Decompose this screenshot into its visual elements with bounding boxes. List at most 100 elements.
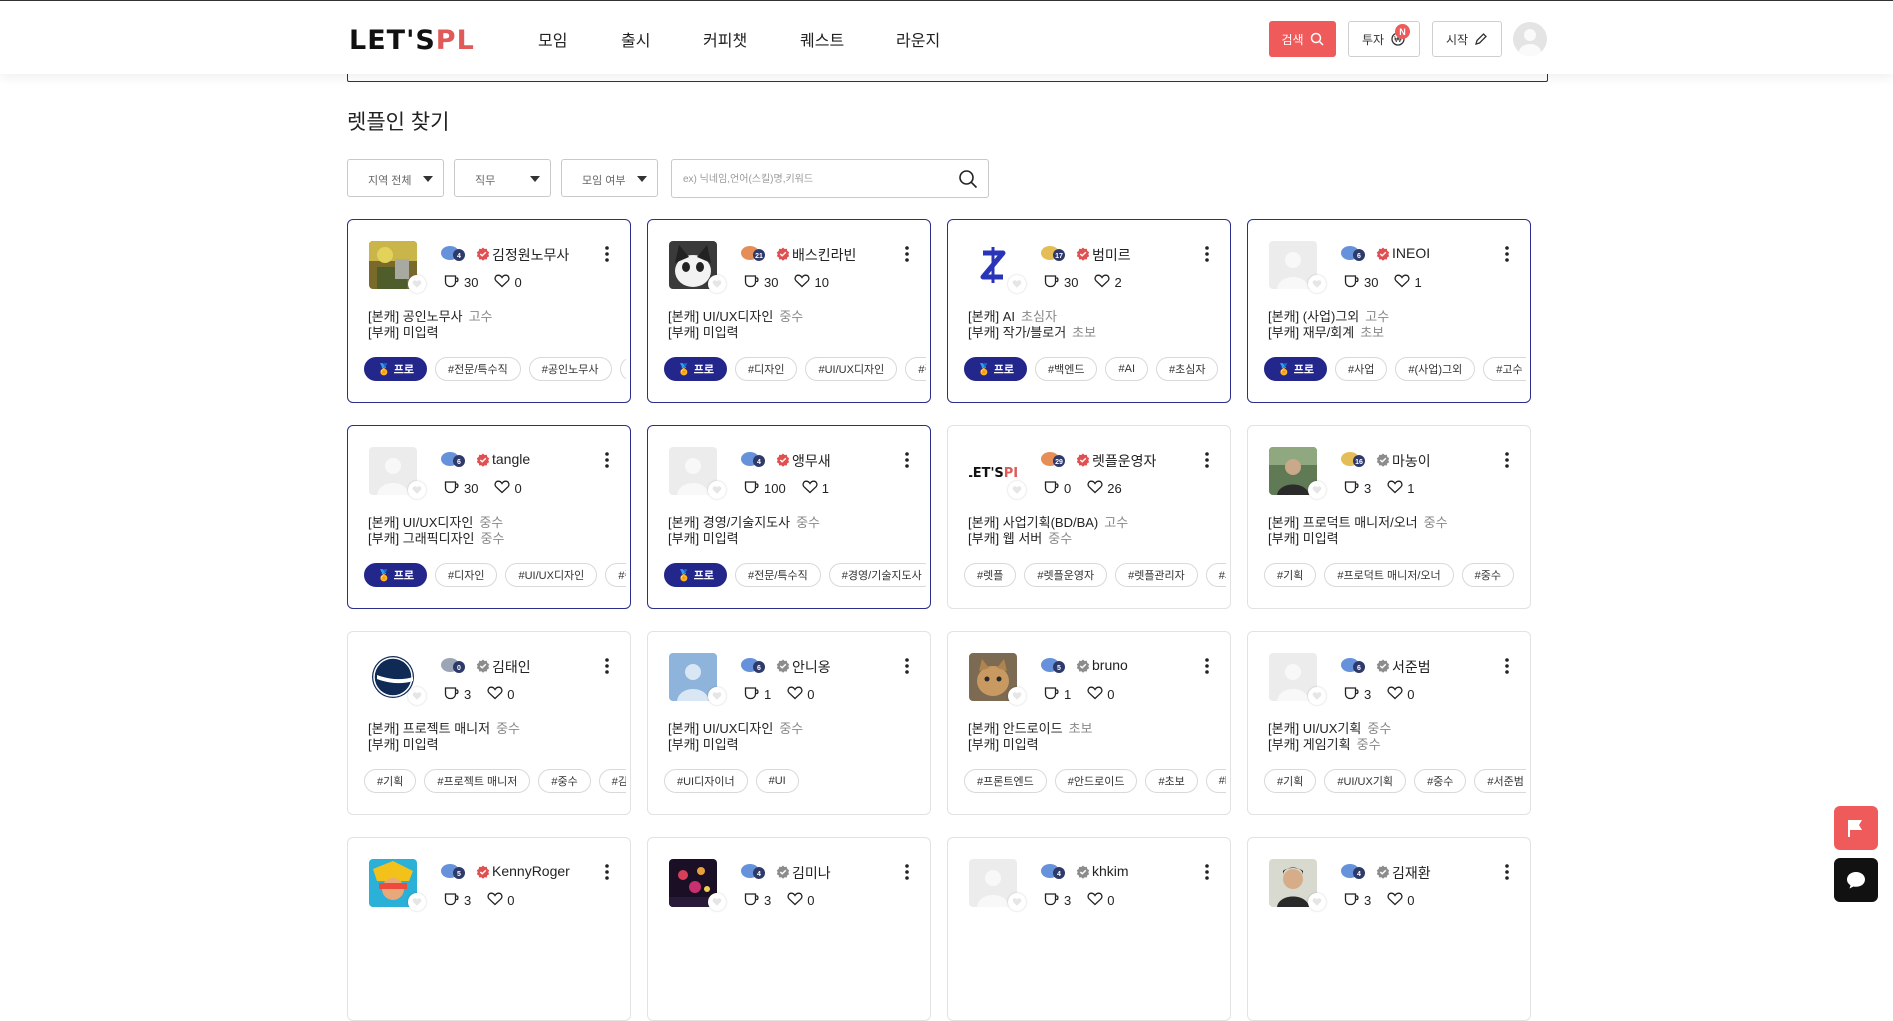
skill-tag[interactable]: #디자인 (435, 563, 498, 587)
member-card[interactable]: 0 김태인 3 0 [본캐] 프로젝트 매니저 중수 [부캐] 미입력 #기획 #프로젝트 매니… (347, 631, 631, 815)
skill-tag[interactable]: #초심자 (1156, 357, 1219, 381)
favorite-heart-icon[interactable] (1008, 275, 1026, 293)
skill-tag[interactable]: #안드로이드 (1054, 769, 1138, 793)
member-card[interactable]: 5 KennyRoger 3 0 (347, 837, 631, 1021)
more-options-icon[interactable] (905, 864, 909, 880)
more-options-icon[interactable] (1505, 452, 1509, 468)
more-options-icon[interactable] (1205, 658, 1209, 674)
member-name[interactable]: 김미나 (792, 863, 831, 883)
member-card[interactable]: 4 김정원노무사 30 0 [본캐] 공인노무사 고수 [부캐] 미입력 🏅 프로 #전문/특수… (347, 219, 631, 403)
nav-quest[interactable]: 퀘스트 (800, 27, 844, 51)
region-dropdown[interactable]: 지역 전체 (347, 159, 444, 197)
skill-tag[interactable]: #기획 (364, 769, 417, 793)
more-options-icon[interactable] (1205, 246, 1209, 262)
member-card[interactable]: 4 김재환 3 0 (1247, 837, 1531, 1021)
skill-tag[interactable]: #UI (755, 769, 799, 793)
skill-tag[interactable]: #고수 (619, 357, 626, 381)
member-name[interactable]: bruno (1092, 657, 1128, 673)
skill-tag[interactable]: #백엔드 (1035, 357, 1098, 381)
more-options-icon[interactable] (1505, 864, 1509, 880)
member-card[interactable]: 6 서준범 3 0 [본캐] UI/UX기획 중수 [부캐] 게임기획 중수 #기획 #UI/UX… (1247, 631, 1531, 815)
more-options-icon[interactable] (1205, 452, 1209, 468)
favorite-heart-icon[interactable] (708, 687, 726, 705)
skill-tag[interactable]: #서준범 (1474, 769, 1526, 793)
skill-tag[interactable]: #AI (1105, 357, 1148, 381)
more-options-icon[interactable] (905, 246, 909, 262)
member-name[interactable]: 김정원노무사 (492, 245, 569, 265)
member-name[interactable]: KennyRoger (492, 863, 570, 879)
member-card[interactable]: 16 마농이 3 1 [본캐] 프로덕트 매니저/오너 중수 [부캐] 미입력 #기획 #프로덕… (1247, 425, 1531, 609)
job-dropdown[interactable]: 직무 (454, 159, 551, 197)
skill-tag[interactable]: #기획 (1264, 563, 1317, 587)
favorite-heart-icon[interactable] (1008, 687, 1026, 705)
favorite-heart-icon[interactable] (408, 893, 426, 911)
skill-tag[interactable]: #디자인 (735, 357, 798, 381)
member-name[interactable]: 앵무새 (792, 451, 831, 471)
nav-lounge[interactable]: 라운지 (896, 27, 940, 51)
skill-tag[interactable]: #UI디자이너 (664, 769, 748, 793)
member-card[interactable]: 4 khkim 3 0 (947, 837, 1231, 1021)
member-name[interactable]: INEOI (1392, 245, 1430, 261)
more-options-icon[interactable] (905, 658, 909, 674)
skill-tag[interactable]: #bruno (1205, 769, 1226, 793)
member-name[interactable]: 배스킨라빈 (792, 245, 856, 265)
invest-button[interactable]: 투자 ₩ N (1348, 21, 1420, 57)
skill-tag[interactable]: #김태인 (598, 769, 626, 793)
nav-meetings[interactable]: 모임 (538, 27, 567, 51)
skill-tag[interactable]: #(사업)그외 (1395, 357, 1476, 381)
skill-tag[interactable]: #UI/UX디자인 (505, 563, 598, 587)
site-logo[interactable]: LET'SPL (349, 25, 475, 56)
favorite-heart-icon[interactable] (1308, 275, 1326, 293)
member-card[interactable]: 6 안니옹 1 0 [본캐] UI/UX디자인 중수 [부캐] 미입력 #UI디자이너 #UI (647, 631, 931, 815)
start-button[interactable]: 시작 (1432, 21, 1502, 57)
favorite-heart-icon[interactable] (708, 275, 726, 293)
skill-tag[interactable]: #렛플 (964, 563, 1017, 587)
more-options-icon[interactable] (1505, 246, 1509, 262)
member-name[interactable]: 범미르 (1092, 245, 1131, 265)
skill-tag[interactable]: #중수 (1414, 769, 1467, 793)
member-name[interactable]: khkim (1092, 863, 1129, 879)
user-avatar[interactable] (1513, 22, 1547, 56)
member-name[interactable]: 김태인 (492, 657, 531, 677)
skill-tag[interactable]: #중수 (605, 563, 626, 587)
skill-tag[interactable]: #고수 (1483, 357, 1526, 381)
more-options-icon[interactable] (605, 864, 609, 880)
favorite-heart-icon[interactable] (1308, 481, 1326, 499)
favorite-heart-icon[interactable] (708, 893, 726, 911)
favorite-heart-icon[interactable] (1008, 481, 1026, 499)
search-icon[interactable] (958, 169, 978, 189)
member-name[interactable]: 서준범 (1392, 657, 1431, 677)
skill-tag[interactable]: #프론트엔드 (964, 769, 1047, 793)
favorite-heart-icon[interactable] (708, 481, 726, 499)
meeting-dropdown[interactable]: 모임 여부 (561, 159, 658, 197)
member-card[interactable]: 21 배스킨라빈 30 10 [본캐] UI/UX디자인 중수 [부캐] 미입력 🏅 프로 #디… (647, 219, 931, 403)
skill-tag[interactable]: #렛플관리자 (1115, 563, 1198, 587)
more-options-icon[interactable] (605, 246, 609, 262)
favorite-heart-icon[interactable] (408, 481, 426, 499)
nav-coffeechat[interactable]: 커피챗 (703, 27, 747, 51)
member-name[interactable]: 안니옹 (792, 657, 831, 677)
favorite-heart-icon[interactable] (1008, 893, 1026, 911)
member-name[interactable]: 마농이 (1392, 451, 1431, 471)
favorite-heart-icon[interactable] (408, 687, 426, 705)
more-options-icon[interactable] (605, 658, 609, 674)
member-name[interactable]: 김재환 (1392, 863, 1431, 883)
more-options-icon[interactable] (605, 452, 609, 468)
member-card[interactable]: 4 앵무새 100 1 [본캐] 경영/기술지도사 중수 [부캐] 미입력 🏅 프로 #전문/특… (647, 425, 931, 609)
member-name[interactable]: 렛플운영자 (1092, 451, 1156, 471)
more-options-icon[interactable] (1205, 864, 1209, 880)
skill-tag[interactable]: #초보 (1145, 769, 1198, 793)
skill-tag[interactable]: #공인노무사 (528, 357, 612, 381)
skill-tag[interactable]: #프로젝트 매니저 (424, 769, 531, 793)
member-card[interactable]: 17 범미르 30 2 [본캐] AI 초심자 [부캐] 작가/블로거 초보 🏅 프로 #백엔드 #… (947, 219, 1231, 403)
chat-button[interactable] (1834, 858, 1878, 902)
member-search-input[interactable] (681, 169, 945, 189)
favorite-heart-icon[interactable] (1308, 893, 1326, 911)
member-card[interactable]: 5 bruno 1 0 [본캐] 안드로이드 초보 [부캐] 미입력 #프론트엔드 #안드로이드… (947, 631, 1231, 815)
skill-tag[interactable]: #UI/UX기획 (1324, 769, 1407, 793)
skill-tag[interactable]: #UI/UX디자인 (805, 357, 898, 381)
skill-tag[interactable]: #프로덕트 매니저/오너 (1324, 563, 1454, 587)
report-button[interactable] (1834, 806, 1878, 850)
member-card[interactable]: 6 tangle 30 0 [본캐] UI/UX디자인 중수 [부캐] 그래픽디자인 중수 🏅 … (347, 425, 631, 609)
member-card[interactable]: 4 김미나 3 0 (647, 837, 931, 1021)
